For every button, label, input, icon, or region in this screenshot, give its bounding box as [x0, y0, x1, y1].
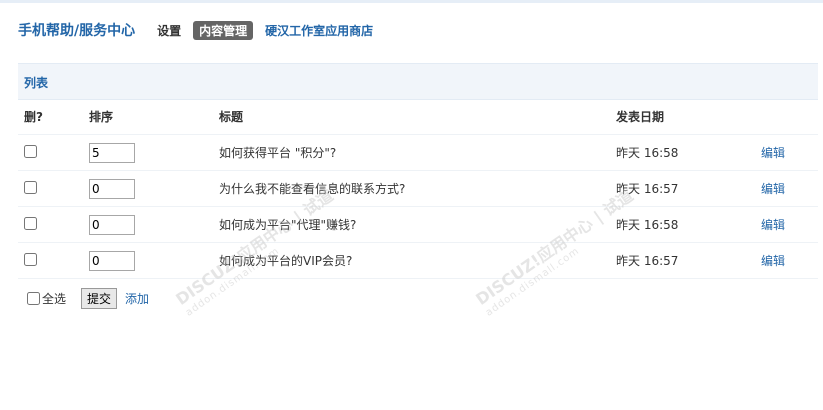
table-footer: 全选 提交 添加	[27, 287, 149, 309]
row-order-input[interactable]	[89, 178, 135, 199]
row-order-input[interactable]	[89, 214, 135, 235]
select-all-checkbox[interactable]	[27, 291, 40, 305]
row-delete-checkbox[interactable]	[24, 144, 37, 158]
row-title: 为什么我不能查看信息的联系方式?	[219, 170, 616, 207]
header-action	[761, 99, 818, 135]
add-link[interactable]: 添加	[125, 290, 149, 307]
table-header-row: 删? 排序 标题 发表日期	[18, 99, 818, 135]
row-date: 昨天 16:57	[616, 242, 761, 279]
table-row: 如何获得平台 "积分"? 昨天 16:58 编辑	[18, 134, 818, 171]
page-title: 手机帮助/服务中心	[18, 23, 136, 39]
row-edit-link[interactable]: 编辑	[761, 254, 785, 268]
table-row: 为什么我不能查看信息的联系方式? 昨天 16:57 编辑	[18, 170, 818, 207]
header-date: 发表日期	[616, 99, 761, 135]
list-section-bar: 列表	[18, 63, 818, 100]
content-table: 删? 排序 标题 发表日期 如何获得平台 "积分"? 昨天 16:58 编辑 为…	[18, 99, 818, 279]
row-date: 昨天 16:58	[616, 206, 761, 243]
row-order-input[interactable]	[89, 142, 135, 163]
nav-content-management[interactable]: 内容管理	[193, 20, 254, 40]
header-delete: 删?	[18, 99, 89, 135]
submit-button[interactable]: 提交	[81, 287, 118, 309]
row-date: 昨天 16:58	[616, 134, 761, 171]
row-title: 如何获得平台 "积分"?	[219, 134, 616, 171]
row-edit-link[interactable]: 编辑	[761, 218, 785, 232]
page-header: 手机帮助/服务中心 设置 内容管理 硬汉工作室应用商店	[18, 19, 385, 41]
row-delete-checkbox[interactable]	[24, 216, 37, 230]
row-date: 昨天 16:57	[616, 170, 761, 207]
select-all-label[interactable]: 全选	[27, 290, 66, 307]
top-border	[0, 0, 823, 3]
header-title: 标题	[219, 99, 616, 135]
nav-settings[interactable]: 设置	[157, 22, 181, 39]
section-title: 列表	[24, 76, 49, 90]
table-row: 如何成为平台的VIP会员? 昨天 16:57 编辑	[18, 242, 818, 279]
row-delete-checkbox[interactable]	[24, 180, 37, 194]
row-delete-checkbox[interactable]	[24, 252, 37, 266]
row-order-input[interactable]	[89, 250, 135, 271]
row-edit-link[interactable]: 编辑	[761, 182, 785, 196]
row-edit-link[interactable]: 编辑	[761, 146, 785, 160]
nav-app-store[interactable]: 硬汉工作室应用商店	[265, 22, 373, 39]
header-order: 排序	[89, 99, 219, 135]
row-title: 如何成为平台"代理"赚钱?	[219, 206, 616, 243]
table-row: 如何成为平台"代理"赚钱? 昨天 16:58 编辑	[18, 206, 818, 243]
row-title: 如何成为平台的VIP会员?	[219, 242, 616, 279]
select-all-text: 全选	[42, 291, 67, 306]
